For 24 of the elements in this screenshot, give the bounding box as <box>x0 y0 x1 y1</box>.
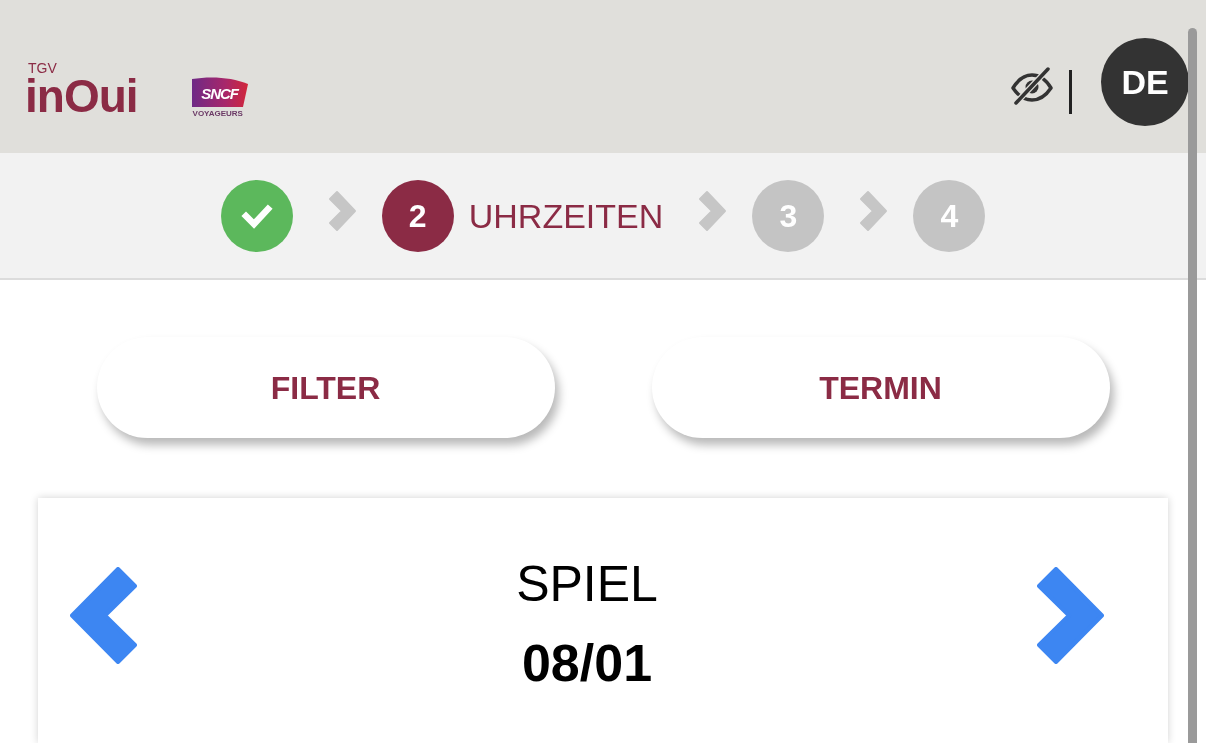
step-number: 4 <box>913 179 986 252</box>
step-number: 3 <box>752 179 825 252</box>
previous-button[interactable] <box>70 567 137 664</box>
chevron-left-icon <box>70 567 137 664</box>
step-number: 2 <box>381 179 454 252</box>
language-button[interactable]: DE <box>1101 38 1189 126</box>
chevron-right-icon <box>327 189 357 232</box>
match-date: 08/01 <box>521 633 653 693</box>
scrollbar-thumb[interactable] <box>1188 28 1197 743</box>
logo-tagline: TGV <box>28 60 57 76</box>
logo-wordmark: inOui <box>25 76 138 116</box>
eye-slash-icon <box>1010 67 1053 105</box>
match-title: SPIEL <box>516 556 658 612</box>
visibility-toggle-button[interactable] <box>1010 67 1053 105</box>
logo-wordmark: SNCF <box>201 86 238 102</box>
action-button[interactable]: FILTER <box>96 337 555 438</box>
logo-caption: VOYAGEURS <box>192 109 243 119</box>
step-label: UHRZEITEN <box>468 195 664 236</box>
chevron-right-icon <box>1037 567 1104 664</box>
chevron-right-icon <box>859 189 889 232</box>
next-button[interactable] <box>1037 567 1104 664</box>
chevron-right-icon <box>698 189 728 232</box>
logo-badge-icon <box>191 77 248 107</box>
action-button[interactable]: TERMIN <box>651 337 1110 438</box>
